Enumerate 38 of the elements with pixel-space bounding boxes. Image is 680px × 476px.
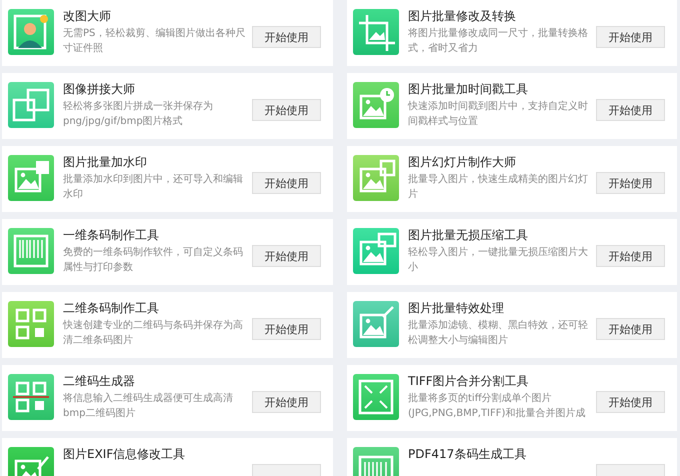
tool-title: 图片批量加时间戳工具: [408, 82, 529, 97]
tool-description: 批量添加水印到图片中，还可导入和编辑水印: [63, 172, 244, 202]
tool-title: 图像拼接大师: [63, 82, 136, 97]
start-button[interactable]: 开始使用: [252, 99, 321, 121]
start-button[interactable]: 开始使用: [252, 26, 321, 48]
tool-title: 图片EXIF信息修改工具: [63, 447, 186, 462]
tool-description: 批量将多页的tiff分割成单个图片(JPG,PNG,BMP,TIFF)和批量合并图片成: [408, 392, 586, 421]
tool-description: 批量添加滤镜、模糊、黑白特效，还可轻松调整大小与编辑图片: [408, 318, 589, 348]
start-button[interactable]: 开始使用: [596, 318, 665, 340]
tool-title: 图片批量特效处理: [408, 301, 505, 316]
tool-description: 快速添加时间戳到图片中，支持自定义时间戳样式与位置: [408, 100, 589, 129]
start-button[interactable]: 开始使用: [596, 172, 665, 194]
tool-title: PDF417条码生成工具: [408, 447, 528, 462]
tool-title: 二维条码制作工具: [63, 301, 160, 316]
tool-description: 轻松将多张图片拼成一张并保存为png/jpg/gif/bmp图片格式: [63, 100, 214, 129]
tool-description: 将信息输入二维码生成器便可生成高清bmp二维码图片: [63, 392, 234, 421]
tool-description: 无需PS，轻松裁剪、编辑图片做出各种尺寸证件照: [63, 26, 246, 56]
start-button[interactable]: 开始使用: [596, 99, 665, 121]
tool-title: 图片批量修改及转换: [408, 9, 517, 24]
tool-title: 改图大师: [63, 9, 112, 24]
tool-description: 批量导入图片，快速生成精美的图片幻灯片: [408, 172, 589, 202]
start-button[interactable]: 开始使用: [252, 391, 321, 413]
tool-title: 图片批量无损压缩工具: [408, 228, 529, 243]
start-button[interactable]: 开始使用: [596, 391, 665, 413]
tool-description: 将图片批量修改成同一尺寸，批量转换格式，省时又省力: [408, 26, 589, 56]
tool-title: 一维条码制作工具: [63, 228, 160, 243]
tool-description: 免费的一维条码制作软件，可自定义条码属性与打印参数: [63, 246, 244, 275]
start-button[interactable]: 开始使用: [252, 318, 321, 340]
tool-title: 图片幻灯片制作大师: [408, 155, 517, 170]
start-button[interactable]: 开始使用: [596, 245, 665, 267]
tool-description: 快速创建专业的二维码与条码并保存为高清二维条码图片: [63, 318, 244, 348]
start-button[interactable]: 开始使用: [252, 245, 321, 267]
tool-title: 二维码生成器: [63, 374, 136, 389]
start-button[interactable]: 开始使用: [596, 26, 665, 48]
tool-title: TIFF图片合并分割工具: [408, 374, 530, 389]
start-button[interactable]: 开始使用: [252, 172, 321, 194]
tool-title: 图片批量加水印: [63, 155, 148, 170]
tool-description: 轻松导入图片，一键批量无损压缩图片大小: [408, 246, 589, 275]
